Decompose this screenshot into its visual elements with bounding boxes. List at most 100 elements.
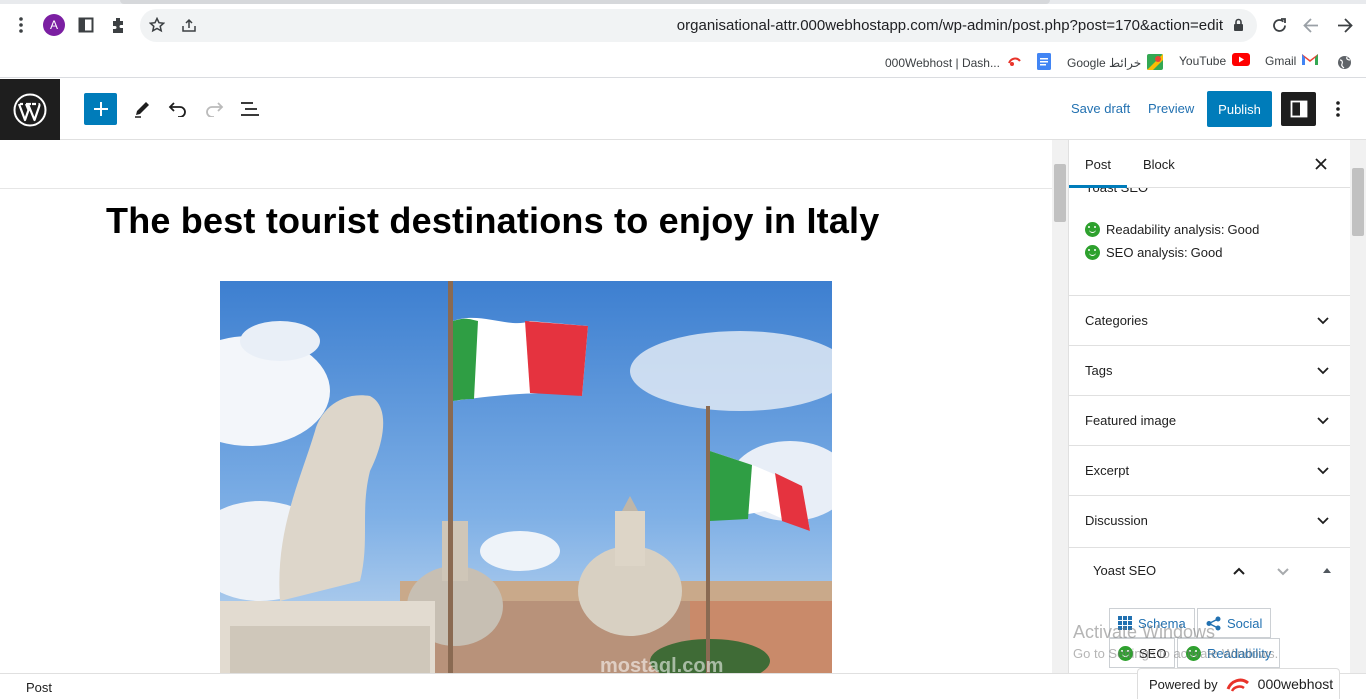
settings-sidebar: Post Block Yoast SEO Readability analysi… bbox=[1068, 140, 1350, 673]
bookmark-youtube[interactable]: YouTube bbox=[1179, 53, 1251, 69]
chevron-down-icon bbox=[1317, 317, 1329, 325]
good-smiley-icon bbox=[1085, 222, 1100, 237]
editor-canvas: The best tourist destinations to enjoy i… bbox=[0, 140, 1052, 673]
docs-icon bbox=[1037, 53, 1051, 73]
chevron-up-icon[interactable] bbox=[1231, 563, 1247, 579]
sidebar-scrollbar[interactable] bbox=[1350, 140, 1366, 673]
redo-icon bbox=[206, 102, 224, 117]
tab-post[interactable]: Post bbox=[1085, 157, 1111, 172]
yoast-tab-label: Social bbox=[1227, 615, 1263, 631]
yoast-seo-metabox-header: Yoast SEO bbox=[1069, 547, 1350, 592]
panel-categories[interactable]: Categories bbox=[1069, 295, 1350, 345]
lock-icon[interactable] bbox=[1231, 18, 1245, 32]
editor-header: Save draft Preview Publish bbox=[0, 79, 1366, 140]
readability-label: Readability analysis: bbox=[1106, 222, 1225, 237]
tab-block[interactable]: Block bbox=[1143, 157, 1175, 172]
options-menu-button[interactable] bbox=[1322, 93, 1354, 125]
bookmark-label: 000Webhost | Dash... bbox=[885, 55, 1000, 70]
back-arrow-icon[interactable] bbox=[1333, 14, 1355, 36]
kebab-menu-icon[interactable] bbox=[12, 15, 30, 35]
panel-discussion[interactable]: Discussion bbox=[1069, 495, 1350, 545]
panel-label: Excerpt bbox=[1085, 463, 1130, 478]
gmail-icon bbox=[1302, 53, 1319, 68]
publish-button[interactable]: Publish bbox=[1207, 91, 1272, 127]
panel-label: Tags bbox=[1085, 363, 1113, 378]
active-tab-indicator bbox=[1069, 185, 1127, 188]
powered-by-label: Powered by bbox=[1149, 676, 1218, 692]
sidebar-toggle-icon bbox=[1290, 100, 1307, 118]
panel-tags[interactable]: Tags bbox=[1069, 345, 1350, 395]
bookmark-google-maps[interactable]: Google خرائط bbox=[1037, 53, 1164, 73]
forward-disabled-icon[interactable] bbox=[1300, 14, 1322, 36]
panel-excerpt[interactable]: Excerpt bbox=[1069, 445, 1350, 495]
image-watermark: mostaql.com bbox=[600, 655, 724, 677]
close-sidebar-button[interactable] bbox=[1309, 152, 1333, 176]
save-draft-button[interactable]: Save draft bbox=[1071, 101, 1130, 116]
panel-label: Discussion bbox=[1085, 513, 1148, 528]
chevron-down-icon bbox=[1317, 467, 1329, 475]
sidebar-tabs: Post Block bbox=[1069, 140, 1350, 188]
bookmark-star-icon[interactable] bbox=[148, 16, 166, 34]
pencil-icon bbox=[135, 102, 149, 118]
bookmark-label: Gmail bbox=[1265, 53, 1297, 68]
plus-icon bbox=[93, 102, 108, 116]
seo-value: Good bbox=[1190, 245, 1223, 260]
bookmarks-bar: 000Webhost | Dash... Google خرائط YouTub… bbox=[0, 48, 1366, 78]
breadcrumb[interactable]: Post bbox=[26, 680, 52, 695]
list-view-icon bbox=[241, 102, 259, 116]
url-text: organisational-attr.000webhostapp.com/wp… bbox=[676, 17, 1223, 34]
globe-icon[interactable] bbox=[1336, 54, 1352, 70]
activate-windows-title: Activate Windows bbox=[1073, 622, 1216, 642]
document-overview-button[interactable] bbox=[234, 93, 266, 125]
sidebar-scrollbar-thumb[interactable] bbox=[1352, 168, 1364, 236]
collapse-triangle-icon[interactable] bbox=[1321, 565, 1333, 575]
maps-icon bbox=[1147, 53, 1164, 73]
close-icon bbox=[1315, 158, 1327, 170]
redo-button[interactable] bbox=[198, 93, 230, 125]
youtube-icon bbox=[1232, 53, 1251, 69]
powered-brand: 000webhost bbox=[1257, 676, 1334, 692]
bookmark-label: YouTube bbox=[1179, 54, 1227, 68]
bookmark-label: Google خرائط bbox=[1067, 56, 1142, 70]
undo-button[interactable] bbox=[162, 93, 194, 125]
webhost-logo-icon bbox=[1226, 678, 1249, 692]
powered-by-badge[interactable]: Powered by 000webhost bbox=[1137, 668, 1340, 699]
block-inserter-button[interactable] bbox=[84, 93, 117, 125]
side-panel-icon[interactable] bbox=[76, 15, 96, 35]
chevron-down-disabled-icon[interactable] bbox=[1275, 563, 1291, 579]
readability-value: Good bbox=[1227, 222, 1260, 237]
reload-icon[interactable] bbox=[1268, 14, 1290, 36]
chevron-down-icon bbox=[1317, 367, 1329, 375]
readability-analysis: Readability analysis: Good bbox=[1085, 222, 1259, 237]
good-smiley-icon bbox=[1085, 245, 1100, 260]
seo-label: SEO analysis: bbox=[1106, 245, 1188, 260]
address-bar[interactable]: organisational-attr.000webhostapp.com/wp… bbox=[140, 9, 1257, 42]
chevron-down-icon bbox=[1317, 517, 1329, 525]
panel-label: Categories bbox=[1085, 313, 1148, 328]
chevron-down-icon bbox=[1317, 417, 1329, 425]
yoast-title: Yoast SEO bbox=[1093, 563, 1157, 578]
editor-scrollbar[interactable] bbox=[1052, 140, 1068, 673]
panel-label: Featured image bbox=[1085, 413, 1177, 428]
activate-windows-subtitle: Go to Settings to activate Windows. bbox=[1073, 646, 1279, 661]
panel-featured-image[interactable]: Featured image bbox=[1069, 395, 1350, 445]
tab-strip bbox=[0, 0, 1366, 4]
bookmark-webhost[interactable]: 000Webhost | Dash... bbox=[885, 53, 1022, 72]
wordpress-logo-icon[interactable] bbox=[0, 79, 60, 140]
tools-pencil-button[interactable] bbox=[126, 93, 158, 125]
extensions-icon[interactable] bbox=[108, 15, 128, 35]
profile-avatar[interactable]: A bbox=[43, 14, 65, 36]
bookmark-gmail[interactable]: Gmail bbox=[1265, 53, 1319, 68]
featured-photo-rome-italian-flags[interactable] bbox=[220, 281, 832, 673]
preview-button[interactable]: Preview bbox=[1148, 101, 1194, 116]
post-title[interactable]: The best tourist destinations to enjoy i… bbox=[106, 200, 880, 242]
browser-toolbar: A organisational-attr.000webhostapp.com/… bbox=[0, 0, 1366, 48]
editor-divider bbox=[0, 188, 1052, 189]
editor-scrollbar-thumb[interactable] bbox=[1054, 164, 1066, 222]
settings-toggle-button[interactable] bbox=[1281, 92, 1316, 126]
webhost-icon bbox=[1006, 53, 1022, 72]
seo-analysis: SEO analysis: Good bbox=[1085, 245, 1222, 260]
vertical-ellipsis-icon bbox=[1336, 101, 1340, 117]
undo-icon bbox=[168, 102, 186, 117]
share-icon[interactable] bbox=[180, 16, 198, 34]
